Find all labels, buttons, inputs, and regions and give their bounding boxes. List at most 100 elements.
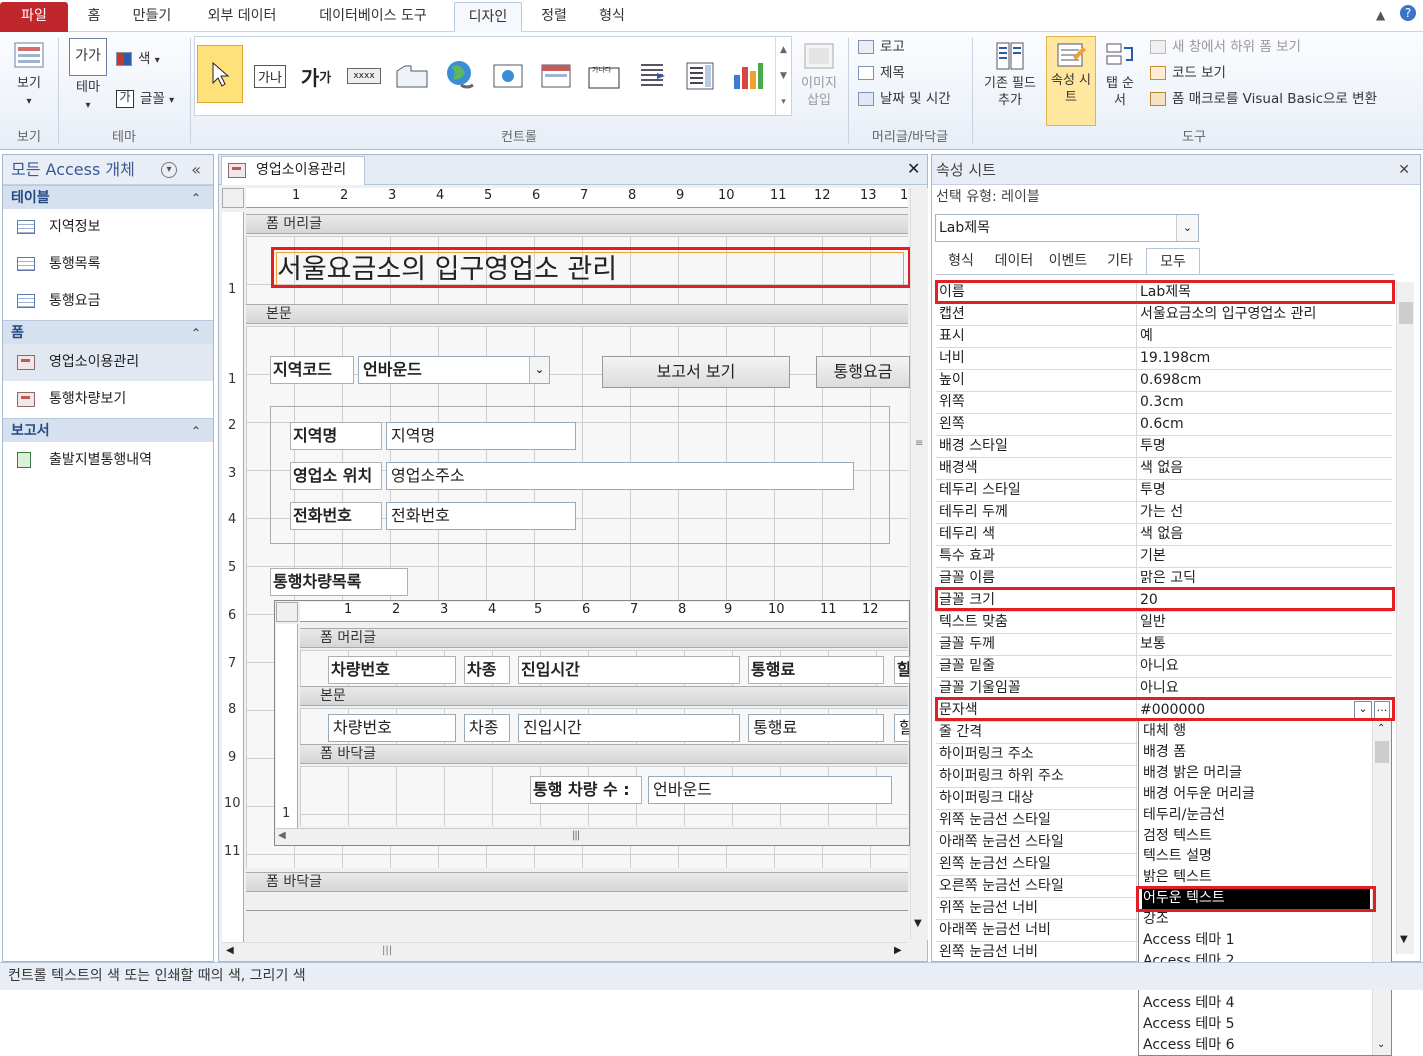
property-value[interactable]: 가는 선: [1136, 502, 1390, 523]
nav-section-tables[interactable]: 테이블 ⌃: [3, 185, 213, 209]
dropdown-option[interactable]: Access 테마 5: [1142, 1014, 1370, 1035]
property-value[interactable]: 보통: [1136, 634, 1390, 655]
subform-hscrollbar[interactable]: ◀ |||: [276, 828, 908, 844]
property-row[interactable]: 표시 예: [936, 326, 1392, 348]
subform-detail-box[interactable]: 차량번호: [328, 714, 456, 742]
nav-menu-icon[interactable]: ▾: [161, 162, 177, 178]
dropdown-scrollbar[interactable]: ⌃ ⌄: [1372, 721, 1391, 1055]
nav-item-report[interactable]: 출발지별통행내역: [3, 442, 213, 479]
property-value[interactable]: 19.198cm: [1136, 348, 1390, 369]
convert-macros-button[interactable]: 폼 매크로를 Visual Basic으로 변환: [1150, 88, 1377, 110]
select-tool[interactable]: [197, 45, 243, 103]
nav-section-forms[interactable]: 폼 ⌃: [3, 320, 213, 344]
title-button[interactable]: 제목: [858, 62, 905, 84]
office-location-label[interactable]: 영업소 위치: [290, 462, 382, 490]
property-value[interactable]: 기본: [1136, 546, 1390, 567]
nav-pane-header[interactable]: 모든 Access 개체 ▾ «: [3, 155, 213, 185]
designer-vscrollbar[interactable]: ≡ ▼: [910, 188, 928, 940]
subform-header-label[interactable]: 차종: [464, 656, 510, 684]
vehicle-count-label[interactable]: 통행 차량 수 :: [530, 776, 642, 804]
subform-band-detail[interactable]: 본문: [300, 686, 908, 706]
dropdown-option[interactable]: 대체 행: [1142, 721, 1370, 742]
dropdown-option[interactable]: 강조: [1142, 909, 1370, 930]
logo-button[interactable]: 로고: [858, 36, 905, 58]
band-detail[interactable]: 본문: [246, 304, 908, 324]
property-row[interactable]: 테두리 두께 가는 선: [936, 502, 1392, 524]
property-row[interactable]: 캡션 서울요금소의 입구영업소 관리: [936, 304, 1392, 326]
property-row[interactable]: 위쪽 0.3cm: [936, 392, 1392, 414]
report-view-button[interactable]: 보고서 보기: [602, 356, 790, 388]
subform-header-label[interactable]: 통행료: [748, 656, 884, 684]
property-row[interactable]: 배경 스타일 투명: [936, 436, 1392, 458]
property-row[interactable]: 글꼴 밑줄 아니요: [936, 656, 1392, 678]
tab-file[interactable]: 파일: [0, 2, 68, 32]
page-break-tool[interactable]: [629, 53, 675, 99]
nav-item-table[interactable]: 통행목록: [3, 246, 213, 283]
date-time-button[interactable]: 날짜 및 시간: [858, 88, 951, 110]
property-value[interactable]: 0.6cm: [1136, 414, 1390, 435]
property-row[interactable]: 배경색 색 없음: [936, 458, 1392, 480]
phone-label[interactable]: 전화번호: [290, 502, 382, 530]
property-value[interactable]: 투명: [1136, 436, 1390, 457]
scroll-left-icon[interactable]: ◀: [278, 830, 286, 841]
subform-detail-box[interactable]: 통행료: [748, 714, 884, 742]
button-tool[interactable]: xxxx: [341, 53, 387, 99]
subform-detail-box[interactable]: 할: [894, 714, 910, 742]
dropdown-option[interactable]: 배경 어두운 머리글: [1142, 784, 1370, 805]
view-code-button[interactable]: 코드 보기: [1150, 62, 1226, 84]
tab-arrange[interactable]: 정렬: [530, 2, 578, 32]
tab-home[interactable]: 홈: [76, 2, 112, 32]
tab-format[interactable]: 형식: [586, 2, 638, 32]
property-row[interactable]: 특수 효과 기본: [936, 546, 1392, 568]
property-sheet-button[interactable]: 속성 시트: [1046, 36, 1096, 126]
dropdown-option[interactable]: 텍스트 설명: [1142, 846, 1370, 867]
chevron-down-icon[interactable]: ⌄: [529, 357, 549, 383]
nav-item-form[interactable]: 영업소이용관리: [3, 344, 213, 381]
label-tool[interactable]: 가가: [293, 53, 339, 99]
dropdown-option[interactable]: Access 테마 1: [1142, 930, 1370, 951]
subform-band-header[interactable]: 폼 머리글: [300, 628, 908, 648]
colors-button[interactable]: 색 ▾: [116, 48, 160, 70]
subform-header-label[interactable]: 차량번호: [328, 656, 456, 684]
scroll-thumb[interactable]: |||: [382, 945, 392, 956]
band-form-header[interactable]: 폼 머리글: [246, 214, 908, 234]
property-value[interactable]: 일반: [1136, 612, 1390, 633]
property-sheet-scrollbar[interactable]: ▼: [1396, 282, 1414, 954]
property-row[interactable]: 너비 19.198cm: [936, 348, 1392, 370]
tab-order-button[interactable]: 탭 순서: [1100, 40, 1140, 109]
dropdown-option[interactable]: 밝은 텍스트: [1142, 867, 1370, 888]
region-name-label[interactable]: 지역명: [290, 422, 382, 450]
chevron-down-icon[interactable]: ⌄: [1354, 701, 1372, 719]
property-value[interactable]: Lab제목: [1136, 282, 1390, 303]
collapse-pane-icon[interactable]: «: [191, 155, 201, 185]
subform-detail-box[interactable]: 차종: [464, 714, 510, 742]
property-row[interactable]: 높이 0.698cm: [936, 370, 1392, 392]
close-icon[interactable]: ✕: [907, 159, 920, 178]
tab-database-tools[interactable]: 데이터베이스 도구: [300, 2, 446, 32]
scroll-thumb[interactable]: |||: [572, 830, 580, 841]
property-row[interactable]: 글꼴 두께 보통: [936, 634, 1392, 656]
subform-band-footer[interactable]: 폼 바닥글: [300, 744, 908, 764]
tab-control-tool[interactable]: [389, 53, 435, 99]
tab-design[interactable]: 디자인: [454, 2, 522, 32]
tab-create[interactable]: 만들기: [120, 2, 184, 32]
property-row[interactable]: 테두리 스타일 투명: [936, 480, 1392, 502]
nav-item-table[interactable]: 지역정보: [3, 209, 213, 246]
nav-item-table[interactable]: 통행요금: [3, 283, 213, 320]
property-row[interactable]: 글꼴 크기 20: [936, 590, 1392, 612]
scroll-left-icon[interactable]: ◀: [226, 945, 234, 956]
navigation-tool[interactable]: [533, 53, 579, 99]
dropdown-option[interactable]: 배경 폼: [1142, 742, 1370, 763]
builder-button[interactable]: ...: [1374, 701, 1390, 719]
scroll-thumb[interactable]: ≡: [915, 438, 923, 449]
office-location-box[interactable]: 영업소주소: [386, 462, 854, 490]
prop-tab-other[interactable]: 기타: [1096, 248, 1144, 274]
hyperlink-tool[interactable]: [437, 53, 483, 99]
dropdown-option[interactable]: 배경 밝은 머리글: [1142, 763, 1370, 784]
scroll-up-icon[interactable]: ⌃: [1377, 723, 1385, 734]
property-value[interactable]: 맑은 고딕: [1136, 568, 1390, 589]
property-value[interactable]: #000000: [1136, 700, 1390, 721]
close-icon[interactable]: ✕: [1398, 155, 1410, 185]
document-tab[interactable]: 영업소이용관리: [221, 156, 365, 185]
view-button[interactable]: 보기 ▾: [6, 40, 52, 110]
